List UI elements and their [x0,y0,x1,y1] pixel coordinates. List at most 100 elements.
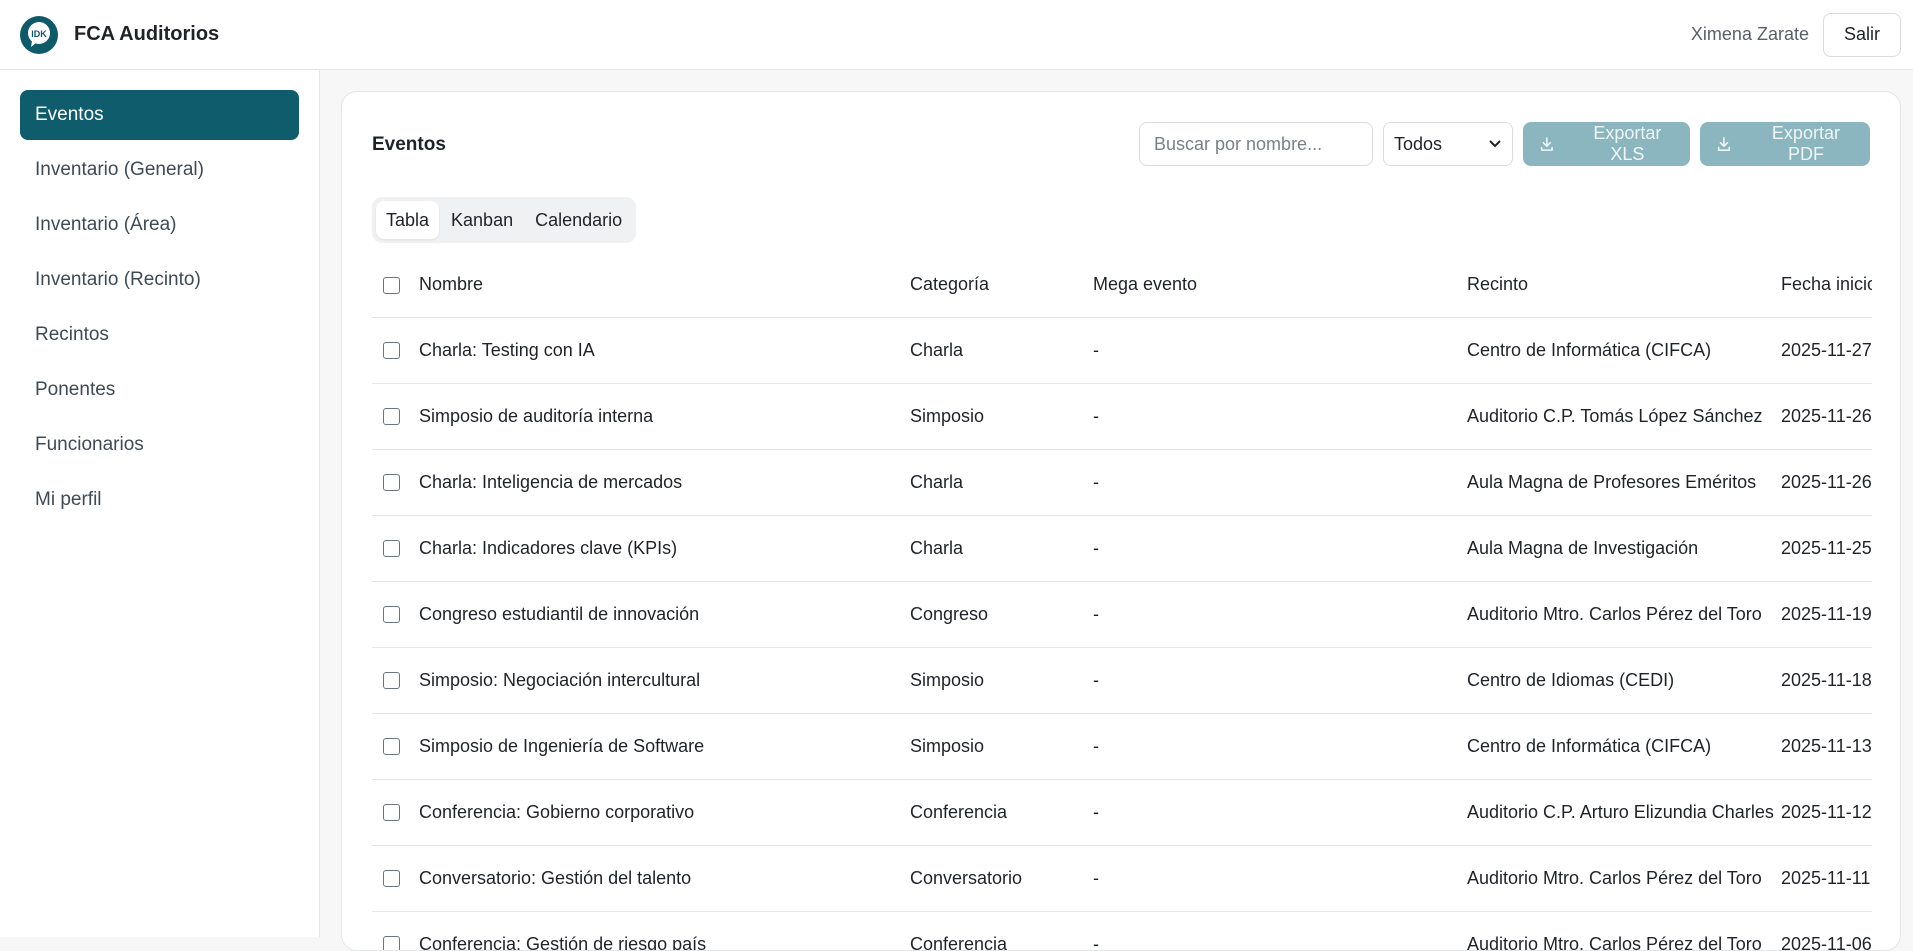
table-row[interactable]: Charla: Indicadores clave (KPIs) Charla … [372,515,1872,582]
cell-recinto: Aula Magna de Investigación [1467,515,1781,582]
app-logo: IDK [20,15,58,54]
table-header-row: Nombre Categoría Mega evento Recinto Fec… [372,252,1872,318]
events-card: Eventos Todos Exportar XLS Exportar PDF … [341,91,1901,951]
cell-recinto: Centro de Informática (CIFCA) [1467,713,1781,780]
cell-nombre: Charla: Testing con IA [419,317,910,384]
cell-fecha-inicio: 2025-11-12 [1781,779,1872,846]
cell-fecha-inicio: 2025-11-11 [1781,845,1872,912]
table-row[interactable]: Conferencia: Gestión de riesgo país Conf… [372,911,1872,950]
cell-categoria: Conferencia [910,779,1093,846]
events-table-container: Nombre Categoría Mega evento Recinto Fec… [372,252,1872,950]
cell-mega-evento: - [1093,845,1467,912]
events-table: Nombre Categoría Mega evento Recinto Fec… [372,252,1872,950]
row-checkbox[interactable] [383,936,400,950]
cell-fecha-inicio: 2025-11-26 [1781,449,1872,516]
cell-nombre: Simposio de auditoría interna [419,383,910,450]
table-row[interactable]: Simposio: Negociación intercultural Simp… [372,647,1872,714]
cell-mega-evento: - [1093,317,1467,384]
sidebar-item-mi-perfil[interactable]: Mi perfil [20,475,299,525]
row-checkbox[interactable] [383,408,400,426]
app-title: FCA Auditorios [74,23,220,45]
column-header-nombre[interactable]: Nombre [419,252,910,318]
filter-select[interactable]: Todos [1383,122,1513,166]
cell-categoria: Charla [910,449,1093,516]
column-header-fecha-inicio[interactable]: Fecha inicio [1781,252,1872,318]
sidebar-item-inventario-general[interactable]: Inventario (General) [20,145,299,195]
column-header-categoria[interactable]: Categoría [910,252,1093,318]
row-checkbox[interactable] [383,738,400,756]
cell-fecha-inicio: 2025-11-25 [1781,515,1872,582]
table-row[interactable]: Charla: Inteligencia de mercados Charla … [372,449,1872,516]
row-checkbox[interactable] [383,540,400,558]
cell-recinto: Auditorio C.P. Tomás López Sánchez [1467,383,1781,450]
cell-fecha-inicio: 2025-11-27 [1781,317,1872,384]
cell-nombre: Simposio de Ingeniería de Software [419,713,910,780]
cell-recinto: Aula Magna de Profesores Eméritos [1467,449,1781,516]
cell-recinto: Centro de Idiomas (CEDI) [1467,647,1781,714]
cell-recinto: Auditorio Mtro. Carlos Pérez del Toro [1467,581,1781,648]
cell-fecha-inicio: 2025-11-13 [1781,713,1872,780]
cell-fecha-inicio: 2025-11-18 [1781,647,1872,714]
chevron-down-icon [1489,140,1501,148]
cell-mega-evento: - [1093,383,1467,450]
logout-button[interactable]: Salir [1822,12,1901,57]
sidebar-item-recintos[interactable]: Recintos [20,310,299,360]
table-row[interactable]: Charla: Testing con IA Charla - Centro d… [372,317,1872,384]
sidebar-item-inventario-recinto[interactable]: Inventario (Recinto) [20,255,299,305]
row-checkbox[interactable] [383,474,400,492]
table-row[interactable]: Conversatorio: Gestión del talento Conve… [372,845,1872,912]
search-input[interactable] [1139,122,1373,166]
user-area: Ximena Zarate Salir [1690,12,1901,57]
download-icon [1717,137,1731,151]
cell-categoria: Conversatorio [910,845,1093,912]
cell-mega-evento: - [1093,647,1467,714]
logo-text: IDK [31,29,47,39]
row-checkbox[interactable] [383,606,400,624]
cell-recinto: Centro de Informática (CIFCA) [1467,317,1781,384]
tab-kanban[interactable]: Kanban [441,201,523,239]
cell-mega-evento: - [1093,713,1467,780]
cell-nombre: Conferencia: Gestión de riesgo país [419,911,910,950]
sidebar-item-funcionarios[interactable]: Funcionarios [20,420,299,470]
download-icon [1540,137,1553,151]
export-xls-button[interactable]: Exportar XLS [1523,122,1690,166]
tab-calendario[interactable]: Calendario [525,201,632,239]
table-row[interactable]: Simposio de auditoría interna Simposio -… [372,383,1872,450]
row-checkbox[interactable] [383,870,400,888]
row-checkbox[interactable] [383,672,400,690]
row-checkbox[interactable] [383,804,400,822]
sidebar-item-ponentes[interactable]: Ponentes [20,365,299,415]
table-row[interactable]: Simposio de Ingeniería de Software Simpo… [372,713,1872,780]
cell-categoria: Simposio [910,383,1093,450]
cell-categoria: Charla [910,317,1093,384]
cell-fecha-inicio: 2025-11-26 [1781,383,1872,450]
sidebar-item-inventario-area[interactable]: Inventario (Área) [20,200,299,250]
cell-nombre: Charla: Indicadores clave (KPIs) [419,515,910,582]
filter-select-value: Todos [1394,133,1443,154]
cell-categoria: Conferencia [910,911,1093,950]
tab-tabla[interactable]: Tabla [376,201,440,239]
column-header-recinto[interactable]: Recinto [1467,252,1781,318]
select-all-checkbox[interactable] [383,276,400,294]
cell-categoria: Congreso [910,581,1093,648]
brand: IDK FCA Auditorios [20,15,220,54]
cell-recinto: Auditorio C.P. Arturo Elizundia Charles [1467,779,1781,846]
user-name: Ximena Zarate [1690,24,1809,44]
top-bar: IDK FCA Auditorios Ximena Zarate Salir [0,0,1913,70]
cell-fecha-inicio: 2025-11-06 [1781,911,1872,950]
cell-nombre: Simposio: Negociación intercultural [419,647,910,714]
cell-mega-evento: - [1093,581,1467,648]
sidebar-item-eventos[interactable]: Eventos [20,90,299,140]
table-row[interactable]: Conferencia: Gobierno corporativo Confer… [372,779,1872,846]
cell-mega-evento: - [1093,779,1467,846]
table-row[interactable]: Congreso estudiantil de innovación Congr… [372,581,1872,648]
cell-nombre: Congreso estudiantil de innovación [419,581,910,648]
row-checkbox[interactable] [383,342,400,360]
cell-recinto: Auditorio Mtro. Carlos Pérez del Toro [1467,845,1781,912]
export-pdf-button[interactable]: Exportar PDF [1700,122,1870,166]
cell-mega-evento: - [1093,515,1467,582]
cell-nombre: Charla: Inteligencia de mercados [419,449,910,516]
page-title: Eventos [372,134,446,155]
cell-fecha-inicio: 2025-11-19 [1781,581,1872,648]
column-header-mega-evento[interactable]: Mega evento [1093,252,1467,318]
